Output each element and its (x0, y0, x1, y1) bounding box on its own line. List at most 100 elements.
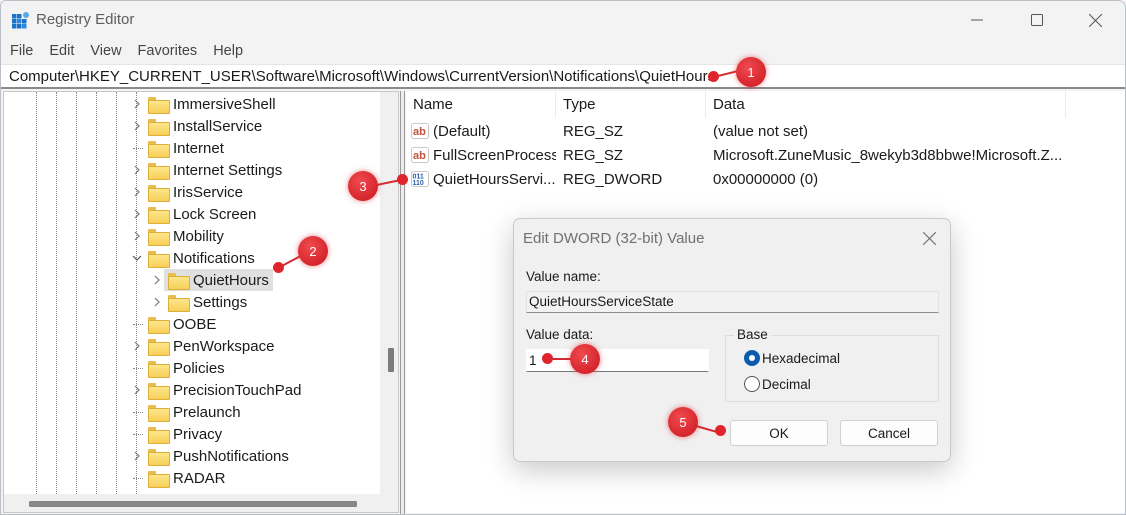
tree-item-precisiontouchpad[interactable]: PrecisionTouchPad (130, 379, 305, 401)
tree-item-label-wrap[interactable]: Mobility (144, 225, 228, 247)
chevron-right-icon[interactable] (130, 379, 144, 401)
menu-favorites[interactable]: Favorites (138, 39, 198, 63)
tree-item-label-wrap[interactable]: QuietHours (164, 269, 273, 291)
list-row[interactable]: ab (Default) REG_SZ (value not set) (406, 119, 1066, 143)
tree-item-label-wrap[interactable]: Settings (164, 291, 251, 313)
tree-item-policies[interactable]: Policies (130, 357, 229, 379)
svg-text:ab: ab (413, 150, 426, 162)
tree-item-irisservice[interactable]: IrisService (130, 181, 247, 203)
chevron-right-icon[interactable] (130, 335, 144, 357)
tree-item-label: Prelaunch (173, 403, 241, 421)
tree-item-immersiveshell[interactable]: ImmersiveShell (130, 93, 280, 115)
address-bar[interactable]: Computer\HKEY_CURRENT_USER\Software\Micr… (1, 64, 1125, 89)
pane-splitter[interactable] (400, 91, 405, 514)
tree-horizontal-scrollbar[interactable] (4, 494, 398, 512)
menu-help[interactable]: Help (213, 39, 243, 63)
tree-item-label-wrap[interactable]: Lock Screen (144, 203, 260, 225)
tree-item-label: RADAR (173, 469, 226, 487)
registry-editor-window: Registry Editor File Edit View Favorites… (0, 0, 1126, 515)
tree-item-pushnotifications[interactable]: PushNotifications (130, 445, 293, 467)
decimal-radio[interactable] (744, 376, 760, 392)
column-header-type[interactable]: Type (556, 91, 706, 118)
chevron-down-icon[interactable] (130, 247, 144, 269)
minimize-button[interactable] (954, 1, 1000, 39)
menu-view[interactable]: View (90, 39, 121, 63)
chevron-right-icon[interactable] (130, 445, 144, 467)
tree-item-label-wrap[interactable]: Internet Settings (144, 159, 286, 181)
menu-edit[interactable]: Edit (49, 39, 74, 63)
tree-item-label-wrap[interactable]: Privacy (144, 423, 226, 445)
tree-item-label-wrap[interactable]: Notifications (144, 247, 259, 269)
tree-item-label-wrap[interactable]: PrecisionTouchPad (144, 379, 305, 401)
string-value-icon: ab (411, 122, 429, 140)
tree-item-label-wrap[interactable]: InstallService (144, 115, 266, 137)
tree-item-quiethours[interactable]: QuietHours (150, 269, 273, 291)
cell-name: 011 110 QuietHoursServi... (406, 170, 556, 188)
tree-item-lock-screen[interactable]: Lock Screen (130, 203, 260, 225)
tree-item-settings[interactable]: Settings (150, 291, 251, 313)
tree-item-label-wrap[interactable]: IrisService (144, 181, 247, 203)
tree-item-label-wrap[interactable]: PushNotifications (144, 445, 293, 467)
edit-dword-dialog: Edit DWORD (32-bit) Value Value name: Qu… (513, 218, 951, 462)
maximize-button[interactable] (1014, 1, 1060, 39)
folder-icon (148, 360, 170, 378)
menu-file[interactable]: File (10, 39, 33, 63)
tree-guide-line (96, 92, 97, 494)
tree-item-internet[interactable]: Internet (130, 137, 228, 159)
menu-bar: File Edit View Favorites Help (1, 39, 1125, 63)
hexadecimal-radio[interactable] (744, 350, 760, 366)
chevron-right-icon[interactable] (130, 181, 144, 203)
value-name: FullScreenProcess (433, 146, 556, 164)
tree-item-label: Mobility (173, 227, 224, 245)
hexadecimal-option[interactable]: Hexadecimal (744, 350, 840, 366)
value-name-field[interactable]: QuietHoursServiceState (526, 291, 939, 313)
value-type: REG_SZ (563, 146, 624, 164)
tree-vertical-scroll-thumb[interactable] (388, 348, 394, 372)
tree-item-notifications[interactable]: Notifications (130, 247, 259, 269)
chevron-right-icon[interactable] (150, 269, 164, 291)
tree-item-label-wrap[interactable]: ImmersiveShell (144, 93, 280, 115)
folder-icon (148, 382, 170, 400)
tree-item-radar[interactable]: RADAR (130, 467, 230, 489)
tree-item-oobe[interactable]: OOBE (130, 313, 220, 335)
tree-item-privacy[interactable]: Privacy (130, 423, 226, 445)
folder-icon (148, 470, 170, 488)
decimal-option[interactable]: Decimal (744, 376, 811, 392)
tree-item-label-wrap[interactable]: PenWorkspace (144, 335, 278, 357)
list-row[interactable]: 011 110 QuietHoursServi... REG_DWORD 0x00000… (406, 167, 1066, 191)
close-button[interactable] (1072, 1, 1118, 39)
dialog-close-button[interactable] (918, 227, 940, 249)
chevron-right-icon[interactable] (130, 225, 144, 247)
tree-item-prelaunch[interactable]: Prelaunch (130, 401, 245, 423)
list-row[interactable]: ab FullScreenProcess REG_SZ Microsoft.ZuneM… (406, 143, 1066, 167)
chevron-right-icon[interactable] (130, 115, 144, 137)
column-header-name[interactable]: Name (406, 91, 556, 118)
callout-pointer-dot (397, 174, 408, 185)
chevron-right-icon[interactable] (150, 291, 164, 313)
chevron-right-icon[interactable] (130, 93, 144, 115)
tree-item-mobility[interactable]: Mobility (130, 225, 228, 247)
column-header-data[interactable]: Data (706, 91, 1066, 118)
tree-item-label-wrap[interactable]: RADAR (144, 467, 230, 489)
callout-connector (547, 358, 571, 360)
tree-item-label-wrap[interactable]: Prelaunch (144, 401, 245, 423)
tree-item-label-wrap[interactable]: Internet (144, 137, 228, 159)
minimize-icon (971, 19, 983, 21)
value-data-input[interactable]: 1 (526, 349, 709, 372)
ok-button[interactable]: OK (730, 420, 828, 446)
chevron-right-icon[interactable] (130, 203, 144, 225)
tree-item-internet-settings[interactable]: Internet Settings (130, 159, 286, 181)
tree-item-label: QuietHours (193, 271, 269, 289)
tree-item-penworkspace[interactable]: PenWorkspace (130, 335, 278, 357)
tree-item-label-wrap[interactable]: Policies (144, 357, 229, 379)
svg-text:ab: ab (413, 126, 426, 138)
folder-icon (148, 338, 170, 356)
tree-vertical-scrollbar[interactable] (380, 92, 398, 494)
tree-item-installservice[interactable]: InstallService (130, 115, 266, 137)
cancel-button[interactable]: Cancel (840, 420, 938, 446)
tree-item-label: IrisService (173, 183, 244, 201)
close-icon (1088, 13, 1102, 27)
tree-item-label-wrap[interactable]: OOBE (144, 313, 220, 335)
chevron-right-icon[interactable] (130, 159, 144, 181)
tree-horizontal-scroll-thumb[interactable] (29, 501, 357, 507)
